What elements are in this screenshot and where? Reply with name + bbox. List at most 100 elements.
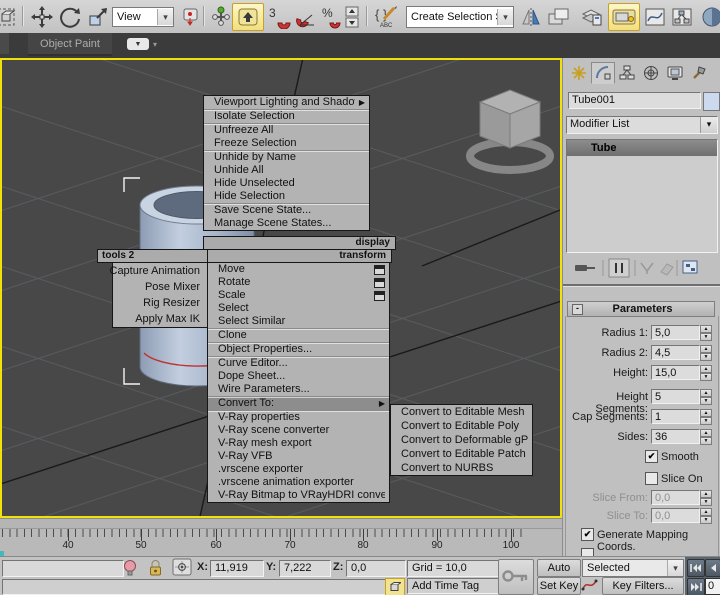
select-and-move-icon[interactable] [28,3,56,31]
menu-item[interactable]: Hide Unselected [204,177,369,190]
default-in-out-tangent-icon[interactable] [581,577,599,593]
slice-to-spinner[interactable]: ▲▼ [700,508,712,523]
menu-item[interactable]: .vrscene exporter [208,463,389,476]
menu-item[interactable]: Pose Mixer [113,279,208,295]
use-pivot-point-center-icon[interactable] [177,3,205,31]
ribbon-toggle-icon[interactable] [608,3,640,31]
menu-item[interactable]: Convert to Deformable gPoly [391,433,532,447]
menu-item[interactable]: Manage Scene States... [204,217,369,230]
schematic-view-icon[interactable] [668,3,696,31]
menu-item[interactable]: .vrscene animation exporter [208,476,389,489]
menu-item[interactable]: Unhide by Name [204,150,369,164]
menu-item[interactable]: Capture Animation [113,263,208,279]
absolute-mode-icon[interactable] [172,558,192,576]
select-and-rotate-icon[interactable] [56,3,84,31]
menu-item[interactable]: Isolate Selection [204,109,369,123]
menu-item[interactable]: Select [208,302,389,315]
menu-item[interactable]: Save Scene State... [204,203,369,217]
menu-item[interactable]: V-Ray VFB [208,450,389,463]
slice-to-field[interactable]: 0,0 [651,508,700,523]
sides-field[interactable]: 36 [651,429,700,444]
spinner-snap-toggle-icon[interactable] [341,3,363,31]
reference-coordinate-dropdown[interactable]: View ▾ [112,7,174,27]
menu-item[interactable]: Viewport Lighting and Shadows▶ [204,96,369,109]
settings-icon[interactable] [374,291,385,301]
edit-named-selection-sets-icon[interactable]: { }ABC [372,3,402,31]
object-name-field[interactable]: Tube001 [568,92,701,109]
menu-item[interactable]: Select Similar [208,315,389,328]
snap-toggle-3d-icon[interactable]: 3 [266,3,294,31]
height-field[interactable]: 15,0 [651,365,700,380]
menu-item[interactable]: Move [208,263,389,276]
height-segments-spinner[interactable]: ▲▼ [700,389,712,404]
slice-from-field[interactable]: 0,0 [651,490,700,505]
slice-on-checkbox[interactable] [645,472,658,485]
menu-item[interactable]: Object Properties... [208,342,389,356]
ribbon-minimize-icon[interactable]: ▼ [127,38,149,50]
select-and-manipulate-icon[interactable] [207,3,235,31]
menu-item[interactable]: Convert to Editable Poly [391,419,532,433]
radius1-field[interactable]: 5,0 [651,325,700,340]
curve-editor-icon[interactable] [641,3,669,31]
bulb-icon[interactable] [123,559,137,576]
object-color-swatch[interactable] [703,92,720,111]
go-to-start-icon[interactable] [687,559,705,577]
settings-icon[interactable] [374,265,385,275]
menu-item[interactable]: Unfreeze All [204,123,369,137]
maxscript-mini-listener[interactable] [2,560,124,577]
y-coordinate-field[interactable]: 7,222 [279,560,331,577]
tab-modify[interactable] [591,62,615,84]
named-selection-set-dropdown[interactable]: Create Selection Se ▾ [406,6,514,28]
smooth-checkbox[interactable]: ✔ [645,450,658,463]
set-key-button[interactable]: Set Key [537,577,581,595]
radius2-field[interactable]: 4,5 [651,345,700,360]
make-unique-icon[interactable] [641,263,653,274]
current-frame-field[interactable]: 0 [705,578,720,595]
material-editor-icon[interactable] [698,3,720,31]
menu-item[interactable]: Hide Selection [204,190,369,203]
align-icon[interactable] [545,3,573,31]
stack-item-tube[interactable]: Tube [567,140,717,156]
menu-item[interactable]: Scale [208,289,389,302]
slice-from-spinner[interactable]: ▲▼ [700,490,712,505]
tab-motion[interactable] [639,62,663,84]
helper-object[interactable] [470,90,550,170]
modifier-list-dropdown[interactable]: Modifier List ▾ [566,116,718,134]
tab-object-paint[interactable]: Object Paint [28,33,112,56]
mirror-icon[interactable] [517,3,545,31]
settings-icon[interactable] [374,278,385,288]
sides-spinner[interactable]: ▲▼ [700,429,712,444]
menu-item[interactable]: Rig Resizer [113,295,208,311]
menu-item[interactable]: Rotate [208,276,389,289]
menu-item[interactable]: Convert to Editable Patch [391,447,532,461]
tab-hierarchy[interactable] [615,62,639,84]
selection-lock-icon[interactable] [148,559,163,576]
select-and-scale-icon[interactable] [84,3,112,31]
menu-item[interactable]: V-Ray mesh export [208,437,389,450]
configure-modifier-sets-icon[interactable] [683,261,697,273]
tab-create[interactable] [567,62,591,84]
auto-key-button[interactable]: Auto Key [537,559,581,577]
menu-item[interactable]: V-Ray Bitmap to VRayHDRI converter [208,489,389,502]
track-bar[interactable]: 40 50 60 70 80 90 100 [0,518,562,557]
menu-item[interactable]: V-Ray properties [208,410,389,424]
key-mode-toggle-icon[interactable] [687,578,705,595]
pin-stack-icon[interactable] [575,265,595,271]
menu-item[interactable]: Convert to NURBS [391,461,532,475]
menu-item[interactable]: Freeze Selection [204,137,369,150]
key-selection-dropdown[interactable]: Selected ▾ [582,559,684,577]
keyboard-override-toggle[interactable] [232,3,264,31]
menu-item[interactable]: Unhide All [204,164,369,177]
generate-mapping-checkbox[interactable]: ✔ [581,528,594,541]
set-keys-button[interactable] [498,559,534,595]
tab-utilities[interactable] [687,62,711,84]
remove-modifier-icon[interactable] [661,264,673,275]
menu-item[interactable]: Wire Parameters... [208,383,389,396]
height-segments-field[interactable]: 5 [651,389,700,404]
menu-item[interactable]: Curve Editor... [208,356,389,370]
key-filters-button[interactable]: Key Filters... [602,577,684,595]
menu-item[interactable]: V-Ray scene converter [208,424,389,437]
cap-segments-spinner[interactable]: ▲▼ [700,409,712,424]
layer-manager-icon[interactable] [578,3,606,31]
height-spinner[interactable]: ▲▼ [700,365,712,380]
